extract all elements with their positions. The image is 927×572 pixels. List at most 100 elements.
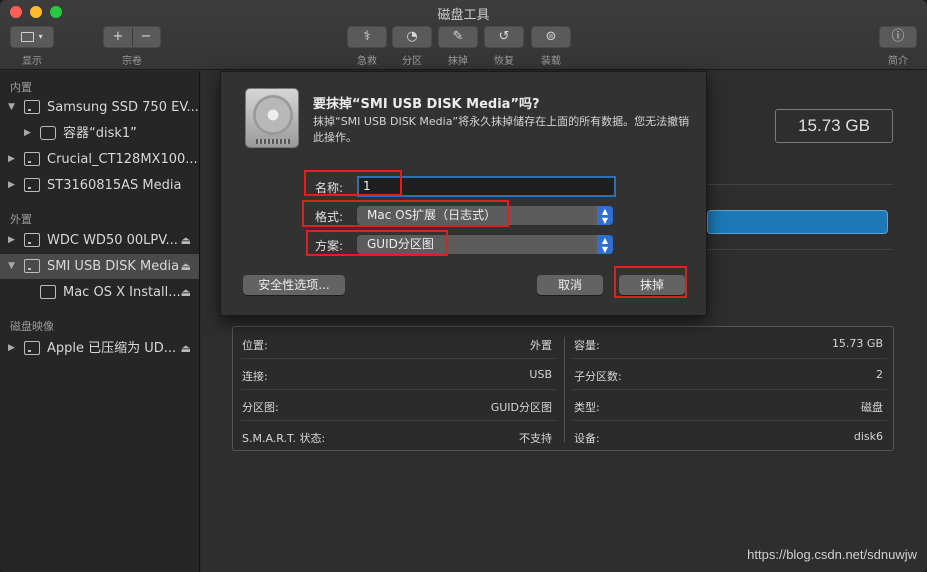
disclosure-triangle-icon[interactable]: ▶ [8,173,15,198]
row-separator [572,420,887,421]
divider [707,249,893,250]
updown-arrows-icon: ▲ ▼ [597,206,613,225]
security-options-button[interactable]: 安全性选项... [243,275,345,295]
erase-toolbar-button[interactable]: ✎ [438,26,478,48]
row-separator [241,389,557,390]
sidebar-icon [21,32,35,42]
info-child-count-label: 子分区数: [574,370,622,383]
sidebar-item-label: Crucial_CT128MX100... [47,152,198,167]
sidebar-item-label: Apple 已压缩为 UD... [47,341,177,356]
drive-connector [256,139,290,144]
sidebar-item-smi-usb[interactable]: ▼ SMI USB DISK Media ⏏ [0,254,199,279]
row-separator [572,358,887,359]
info-button[interactable]: ⓘ [879,26,917,48]
sidebar-item-crucial[interactable]: ▶ Crucial_CT128MX100... [0,147,199,172]
mount-button[interactable]: ⊜ [531,26,571,48]
erase-toolbar-label: 抹掉 [448,56,468,67]
view-button[interactable]: ▾ [10,26,54,48]
info-table-divider [564,337,565,442]
info-connection-label: 连接: [242,370,268,383]
restore-label: 恢复 [494,56,514,67]
disclosure-triangle-icon[interactable]: ▶ [24,121,31,146]
stethoscope-icon: ⚕ [363,29,371,44]
disclosure-triangle-icon[interactable]: ▼ [8,95,15,120]
pie-icon: ◔ [406,29,418,44]
info-icon: ⓘ [891,29,905,44]
eject-icon[interactable]: ⏏ [181,254,191,279]
sidebar-item-container-disk1[interactable]: ▶ 容器“disk1” [0,121,199,146]
info-location-value: 外置 [530,339,552,352]
row-separator [241,420,557,421]
sidebar-item-label: WDC WD50 00LPV... [47,233,178,248]
sidebar-item-mac-os-install[interactable]: Mac OS X Install... ⏏ [0,280,199,305]
container-icon [40,126,56,140]
annotation-box-erase [614,266,687,298]
usage-bar [707,210,888,234]
sidebar-item-label: 容器“disk1” [63,126,137,141]
partition-button[interactable]: ◔ [392,26,432,48]
first-aid-button[interactable]: ⚕ [347,26,387,48]
hard-disk-icon [24,152,40,166]
watermark: https://blog.csdn.net/sdnuwjw [747,547,917,562]
info-device-value: disk6 [853,430,883,443]
remove-volume-button[interactable]: − [132,27,160,47]
hard-disk-icon [24,233,40,247]
restore-button[interactable]: ↺ [484,26,524,48]
sidebar-item-label: ST3160815AS Media [47,178,182,193]
eraser-icon: ✎ [452,29,464,44]
drive-platter [253,95,293,135]
mount-label: 装载 [541,56,561,67]
sidebar-item-label: SMI USB DISK Media [47,259,180,274]
sidebar-section-external: 外置 [10,213,32,226]
sidebar-item-label: Samsung SSD 750 EV... [47,100,199,115]
cancel-button[interactable]: 取消 [537,275,603,295]
chevron-down-icon: ▾ [38,32,43,41]
info-capacity-label: 容量: [574,339,600,352]
row-separator [572,389,887,390]
capacity-display: 15.73 GB [775,109,893,143]
view-label: 显示 [22,56,42,67]
info-device-label: 设备: [574,432,600,445]
volume-icon [40,285,56,299]
sidebar-item-st3160815as[interactable]: ▶ ST3160815AS Media [0,173,199,198]
row-separator [241,358,557,359]
annotation-box-format [302,200,509,227]
eject-icon[interactable]: ⏏ [181,228,191,253]
divider [707,184,893,185]
toolbar: 磁盘工具 ▾ 显示 + − 宗卷 ⚕ 急救 ◔ 分区 ✎ 抹掉 ↺ 恢复 ⊜ 装载… [0,0,927,70]
hard-disk-icon [24,100,40,114]
sidebar-item-label: Mac OS X Install... [63,285,181,300]
info-child-count-value: 2 [876,368,883,381]
dialog-title: 要抹掉“SMI USB DISK Media”吗? [313,97,540,112]
sidebar-item-apple-udzo[interactable]: ▶ Apple 已压缩为 UD... ⏏ [0,336,199,361]
info-partition-map-value: GUID分区图 [490,401,552,414]
info-connection-value: USB [529,368,552,381]
sidebar-section-internal: 内置 [10,81,32,94]
hard-disk-icon [24,341,40,355]
annotation-box-scheme [306,230,448,256]
first-aid-label: 急救 [357,56,377,67]
disclosure-triangle-icon[interactable]: ▶ [8,336,15,361]
disclosure-triangle-icon[interactable]: ▼ [8,254,15,279]
disclosure-triangle-icon[interactable]: ▶ [8,147,15,172]
sidebar-item-wdc[interactable]: ▶ WDC WD50 00LPV... ⏏ [0,228,199,253]
segment-divider [132,28,133,46]
add-volume-button[interactable]: + [104,27,132,47]
eject-icon[interactable]: ⏏ [181,280,191,305]
hard-drive-icon [245,88,299,148]
disclosure-triangle-icon[interactable]: ▶ [8,228,15,253]
dialog-description: 抹掉“SMI USB DISK Media”将永久抹掉储存在上面的所有数据。您无… [313,115,690,144]
sidebar: 内置 ▼ Samsung SSD 750 EV... ▶ 容器“disk1” ▶… [0,71,200,572]
info-label: 简介 [888,56,908,67]
info-location-label: 位置: [242,339,268,352]
updown-arrows-icon: ▲ ▼ [597,235,613,254]
eject-icon[interactable]: ⏏ [181,336,191,361]
info-partition-map-label: 分区图: [242,401,279,414]
sidebar-item-samsung-ssd[interactable]: ▼ Samsung SSD 750 EV... [0,95,199,120]
info-smart-value: 不支持 [519,432,552,445]
restore-icon: ↺ [498,29,510,44]
volume-label: 宗卷 [122,56,142,67]
info-type-value: 磁盘 [861,401,883,414]
sidebar-section-disk-images: 磁盘映像 [10,320,54,333]
annotation-box-name [304,170,402,196]
